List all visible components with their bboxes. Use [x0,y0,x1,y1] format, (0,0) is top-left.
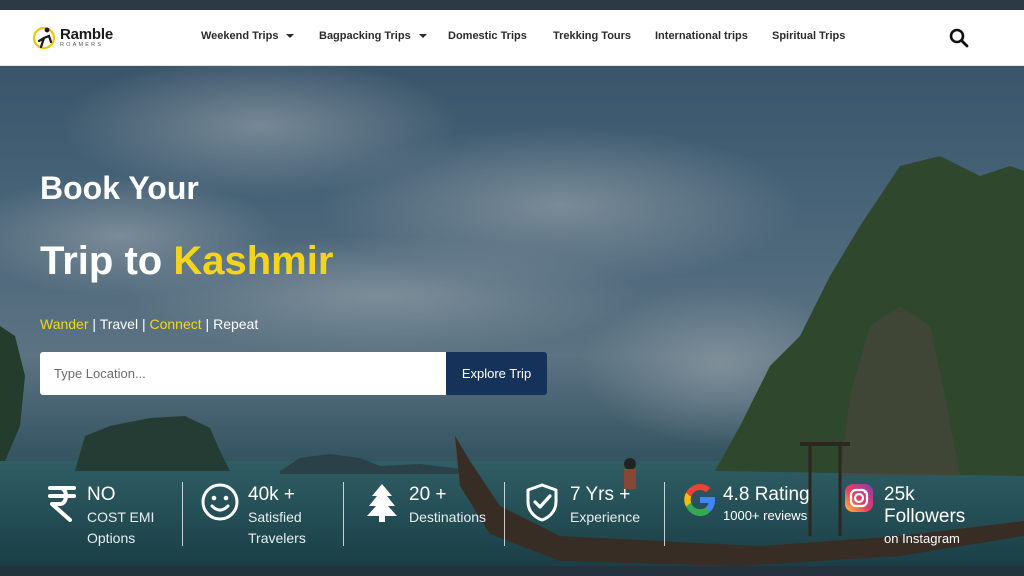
stats-bar: NO COST EMI Options 40k + Satisfied Trav… [0,474,1024,566]
nav-label: Bagpacking Trips [319,30,411,42]
stat-value: 25k [884,484,915,505]
hero-tagline: Wander | Travel | Connect | Repeat [40,316,258,332]
smiley-icon [201,483,239,521]
instagram-icon[interactable] [844,483,874,513]
stat-label-line: Travelers [248,530,306,546]
shield-check-icon [526,483,558,522]
nav-label: Domestic Trips [448,30,527,42]
stat-label-line: 1000+ reviews [723,508,808,523]
nav-domestic-trips[interactable]: Domestic Trips [448,30,527,42]
stat-value: 20 + [409,484,447,505]
nav-label: Spiritual Trips [772,30,846,42]
caret-down-icon [286,34,295,38]
brand-subtitle: ROAMERS [60,42,104,49]
stat-label: Experience [570,507,640,528]
stat-label: 1000+ reviews [723,505,807,526]
caret-down-icon [418,34,427,38]
stat-label-line: Followers [884,506,966,527]
explore-trip-button[interactable]: Explore Trip [446,352,547,395]
tagline-word: Connect [149,316,202,332]
bottom-strip [0,566,1024,576]
stat-label-line: Satisfied [248,509,302,525]
tagline-separator: | [138,316,150,332]
tagline-separator: | [201,316,214,332]
brand-name: Ramble [60,26,113,44]
stat-label-line: Options [87,530,136,546]
nav-weekend-trips[interactable]: Weekend Trips [201,30,295,42]
hero-destination: Kashmir [173,239,334,283]
hero-banner: Book Your Trip to Kashmir Wander | Trave… [0,66,1024,566]
stat-label-line: Experience [570,509,641,525]
logo-icon [32,26,56,50]
search-icon[interactable] [948,27,970,49]
stat-value: NO [87,484,116,505]
stat-value: 4.8 Rating [723,484,810,505]
nav-spiritual-trips[interactable]: Spiritual Trips [772,30,845,42]
hero-heading-line1: Book Your [40,170,199,206]
stat-label-line: on Instagram [884,531,960,546]
trip-search-form: Explore Trip [40,352,547,395]
nav-label: International trips [655,30,748,42]
hero-heading-line2: Trip to Kashmir [40,239,333,284]
stat-divider [182,482,183,546]
stat-value: 7 Yrs + [570,484,631,505]
google-icon [684,484,715,516]
hero-heading-prefix: Trip to [40,239,174,283]
top-strip [0,0,1024,10]
tagline-word: Repeat [213,316,259,332]
stat-divider [343,482,344,546]
brand-logo[interactable]: Ramble ROAMERS [32,22,113,54]
nav-trekking-tours[interactable]: Trekking Tours [553,30,631,42]
nav-label: Weekend Trips [201,30,279,42]
stat-divider [664,482,665,546]
tagline-separator: | [88,316,100,332]
nav-label: Trekking Tours [553,30,632,42]
stat-value: 40k + [248,484,296,505]
tagline-word: Wander [40,316,89,332]
stat-label-line: COST EMI [87,509,155,525]
tagline-word: Travel [99,316,139,332]
stat-divider [504,482,505,546]
location-input[interactable] [40,352,446,395]
rupee-icon [48,486,76,522]
nav-bagpacking-trips[interactable]: Bagpacking Trips [319,30,427,42]
nav-international-trips[interactable]: International trips [655,30,748,42]
stat-label: COST EMI Options [87,507,154,549]
stat-label: Followers on Instagram [884,506,965,549]
navbar: Ramble ROAMERS Weekend Trips Bagpacking … [0,10,1024,66]
stat-label: Satisfied Travelers [248,507,306,549]
stat-label-line: Destinations [409,509,487,525]
tree-icon [367,484,397,522]
stat-label: Destinations [409,507,486,528]
